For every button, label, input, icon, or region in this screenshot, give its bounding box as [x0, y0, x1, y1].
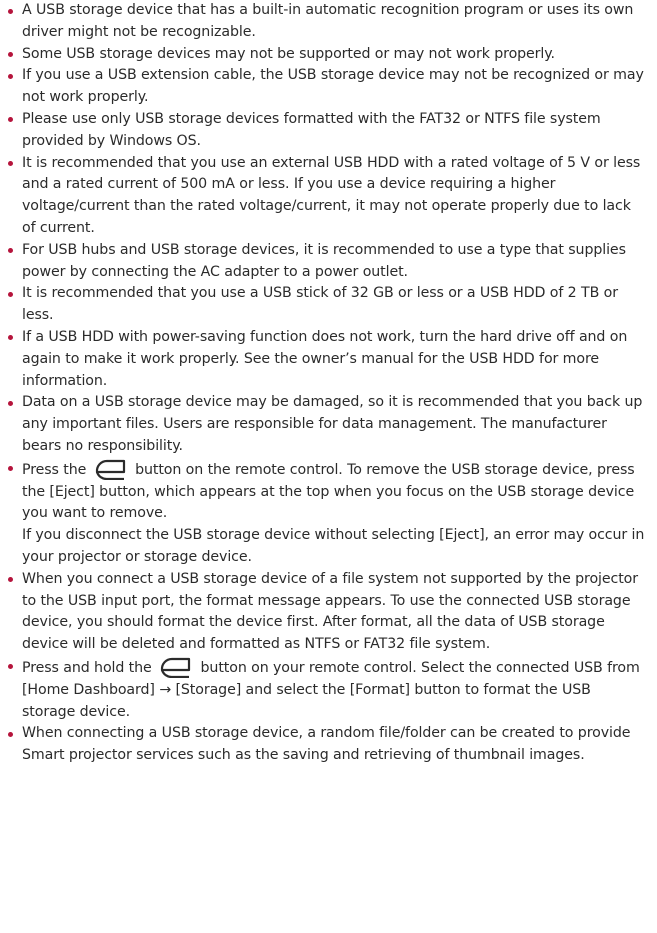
- format-text-before: Press and hold the: [22, 659, 152, 676]
- note-item: For USB hubs and USB storage devices, it…: [0, 240, 645, 284]
- note-item: Some USB storage devices may not be supp…: [0, 44, 645, 66]
- input-source-icon: [160, 657, 191, 678]
- note-item-format: Press and hold the button on your remote…: [0, 656, 645, 723]
- note-item: When connecting a USB storage device, a …: [0, 723, 645, 767]
- usb-notes-list: A USB storage device that has a built-in…: [0, 0, 645, 767]
- eject-text-before: Press the: [22, 461, 87, 478]
- note-item: It is recommended that you use an extern…: [0, 153, 645, 240]
- note-item-eject: Press the button on the remote control. …: [0, 458, 645, 569]
- input-source-icon: [95, 459, 125, 480]
- note-item: Please use only USB storage devices form…: [0, 109, 645, 153]
- note-item: If a USB HDD with power-saving function …: [0, 327, 645, 392]
- eject-warning-text: If you disconnect the USB storage device…: [22, 527, 645, 565]
- note-item: Data on a USB storage device may be dama…: [0, 392, 645, 457]
- note-item: When you connect a USB storage device of…: [0, 569, 645, 656]
- note-item: It is recommended that you use a USB sti…: [0, 283, 645, 327]
- note-item: If you use a USB extension cable, the US…: [0, 65, 645, 109]
- usb-notes-page: A USB storage device that has a built-in…: [0, 0, 657, 933]
- note-item: A USB storage device that has a built-in…: [0, 0, 645, 44]
